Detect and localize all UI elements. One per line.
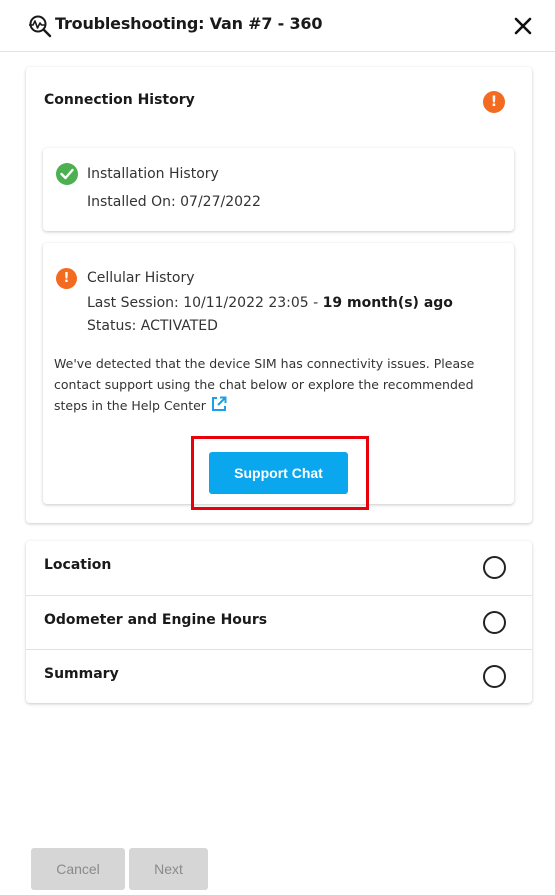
- last-session-ago: 19 month(s) ago: [322, 295, 453, 311]
- connection-history-panel: Connection History ! Installation Histor…: [26, 67, 532, 523]
- page-title: Troubleshooting: Van #7 - 360: [55, 14, 323, 33]
- installation-history-card: Installation History Installed On: 07/27…: [43, 148, 514, 231]
- close-icon[interactable]: [512, 15, 534, 37]
- step-location[interactable]: Location: [26, 541, 532, 595]
- installation-history-title: Installation History: [87, 166, 219, 182]
- step-status-circle-icon: [483, 665, 506, 688]
- troubleshooting-steps-list: Location Odometer and Engine Hours Summa…: [26, 541, 532, 703]
- external-link-icon[interactable]: [210, 395, 228, 413]
- step-odometer-engine-hours[interactable]: Odometer and Engine Hours: [26, 595, 532, 649]
- dialog-header: Troubleshooting: Van #7 - 360: [0, 0, 555, 52]
- step-label: Summary: [44, 666, 119, 682]
- connection-history-title: Connection History: [44, 92, 195, 108]
- step-status-circle-icon: [483, 556, 506, 579]
- warning-icon: !: [483, 91, 505, 113]
- last-session-label: Last Session: 10/11/2022 23:05 -: [87, 295, 323, 311]
- warning-icon: !: [56, 268, 77, 289]
- support-chat-button[interactable]: Support Chat: [209, 452, 348, 494]
- cancel-button[interactable]: Cancel: [31, 848, 125, 890]
- last-session-text: Last Session: 10/11/2022 23:05 - 19 mont…: [87, 295, 453, 311]
- step-summary[interactable]: Summary: [26, 649, 532, 703]
- step-status-circle-icon: [483, 611, 506, 634]
- sim-status-text: Status: ACTIVATED: [87, 318, 218, 334]
- connectivity-description-text: We've detected that the device SIM has c…: [54, 356, 475, 413]
- cellular-history-title: Cellular History: [87, 270, 195, 286]
- check-circle-icon: [56, 163, 78, 185]
- step-label: Odometer and Engine Hours: [44, 612, 268, 628]
- connectivity-description: We've detected that the device SIM has c…: [54, 353, 506, 416]
- step-label: Location: [44, 557, 112, 573]
- installed-on-text: Installed On: 07/27/2022: [87, 194, 261, 210]
- cellular-history-card: ! Cellular History Last Session: 10/11/2…: [43, 243, 514, 510]
- next-button[interactable]: Next: [129, 848, 208, 890]
- search-diagnostic-icon: [29, 15, 52, 38]
